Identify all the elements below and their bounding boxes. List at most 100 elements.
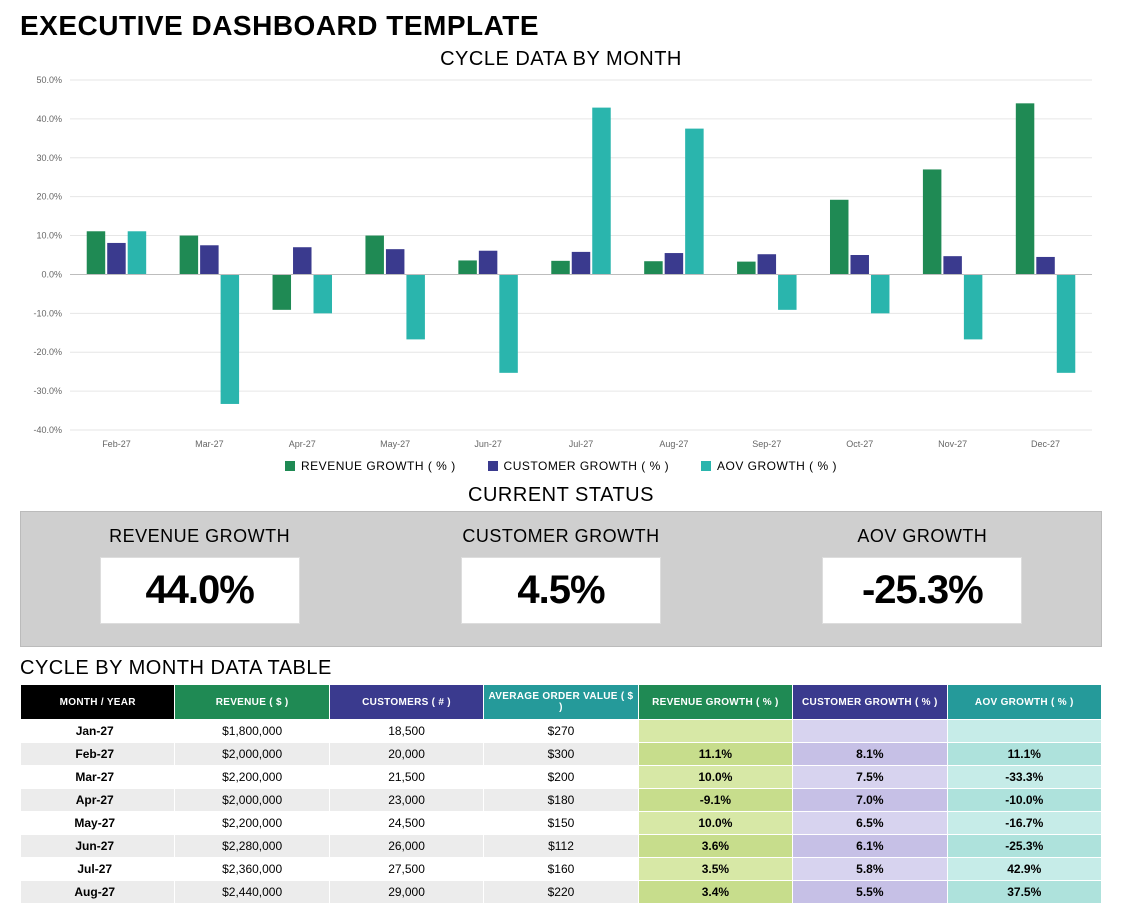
svg-text:-10.0%: -10.0% [33,308,62,318]
data-table: MONTH / YEAR REVENUE ( $ ) CUSTOMERS ( #… [20,684,1102,904]
cell-custg: 7.5% [793,766,947,789]
svg-text:10.0%: 10.0% [36,231,62,241]
cell-customers: 20,000 [329,743,483,766]
th-aov: AVERAGE ORDER VALUE ( $ ) [484,685,638,720]
cell-customers: 24,500 [329,812,483,835]
cell-custg: 6.5% [793,812,947,835]
status-card-revenue: REVENUE GROWTH 44.0% [39,526,360,624]
legend-label-revenue: REVENUE GROWTH ( % ) [301,459,456,473]
cell-aovg: -33.3% [947,766,1101,789]
cell-revg: 11.1% [638,743,792,766]
cell-customers: 27,500 [329,858,483,881]
table-row: Apr-27$2,000,00023,000$180-9.1%7.0%-10.0… [21,789,1102,812]
legend-label-customer: CUSTOMER GROWTH ( % ) [504,459,670,473]
cell-custg: 8.1% [793,743,947,766]
status-card-aov: AOV GROWTH -25.3% [762,526,1083,624]
cell-revg: 10.0% [638,766,792,789]
legend-label-aov: AOV GROWTH ( % ) [717,459,837,473]
cell-revg: -9.1% [638,789,792,812]
cell-revenue: $2,200,000 [175,766,329,789]
status-label-aov: AOV GROWTH [762,526,1083,547]
svg-text:Mar-27: Mar-27 [195,439,224,449]
cycle-chart: -40.0%-30.0%-20.0%-10.0%0.0%10.0%20.0%30… [20,75,1102,455]
th-aovg: AOV GROWTH ( % ) [947,685,1101,720]
status-value-revenue: 44.0% [145,568,253,612]
table-row: May-27$2,200,00024,500$15010.0%6.5%-16.7… [21,812,1102,835]
status-box-revenue: 44.0% [100,557,300,624]
status-box-aov: -25.3% [822,557,1022,624]
svg-text:-40.0%: -40.0% [33,425,62,435]
cell-customers: 29,000 [329,881,483,904]
cell-revenue: $2,440,000 [175,881,329,904]
cell-revg: 10.0% [638,812,792,835]
svg-text:-30.0%: -30.0% [33,386,62,396]
cell-revg [638,720,792,743]
bar-chart-svg: -40.0%-30.0%-20.0%-10.0%0.0%10.0%20.0%30… [20,75,1102,455]
cell-customers: 23,000 [329,789,483,812]
cell-aovg [947,720,1101,743]
table-row: Aug-27$2,440,00029,000$2203.4%5.5%37.5% [21,881,1102,904]
legend-swatch-aov [701,461,711,471]
cell-aov: $112 [484,835,638,858]
table-row: Feb-27$2,000,00020,000$30011.1%8.1%11.1% [21,743,1102,766]
cell-custg: 5.8% [793,858,947,881]
table-row: Jun-27$2,280,00026,000$1123.6%6.1%-25.3% [21,835,1102,858]
th-custg: CUSTOMER GROWTH ( % ) [793,685,947,720]
legend-customer: CUSTOMER GROWTH ( % ) [488,459,670,473]
cell-revenue: $1,800,000 [175,720,329,743]
th-revenue: REVENUE ( $ ) [175,685,329,720]
cell-month: Jul-27 [21,858,175,881]
svg-text:Jun-27: Jun-27 [474,439,502,449]
cell-revg: 3.4% [638,881,792,904]
svg-text:Oct-27: Oct-27 [846,439,873,449]
cell-aov: $200 [484,766,638,789]
status-title: CURRENT STATUS [20,484,1102,507]
th-revg: REVENUE GROWTH ( % ) [638,685,792,720]
svg-text:Aug-27: Aug-27 [659,439,688,449]
table-row: Jan-27$1,800,00018,500$270 [21,720,1102,743]
cell-month: May-27 [21,812,175,835]
legend-swatch-revenue [285,461,295,471]
cell-month: Aug-27 [21,881,175,904]
table-title: CYCLE BY MONTH DATA TABLE [20,657,1102,680]
cell-custg: 5.5% [793,881,947,904]
cell-custg: 6.1% [793,835,947,858]
status-value-aov: -25.3% [862,568,983,612]
svg-text:50.0%: 50.0% [36,75,62,85]
cell-aov: $150 [484,812,638,835]
cell-month: Jan-27 [21,720,175,743]
svg-text:40.0%: 40.0% [36,114,62,124]
status-label-revenue: REVENUE GROWTH [39,526,360,547]
legend-swatch-customer [488,461,498,471]
cell-month: Mar-27 [21,766,175,789]
table-header-row: MONTH / YEAR REVENUE ( $ ) CUSTOMERS ( #… [21,685,1102,720]
svg-text:Dec-27: Dec-27 [1031,439,1060,449]
svg-text:20.0%: 20.0% [36,192,62,202]
status-card-customer: CUSTOMER GROWTH 4.5% [400,526,721,624]
table-row: Jul-27$2,360,00027,500$1603.5%5.8%42.9% [21,858,1102,881]
cell-revenue: $2,200,000 [175,812,329,835]
status-label-customer: CUSTOMER GROWTH [400,526,721,547]
cell-customers: 26,000 [329,835,483,858]
status-value-customer: 4.5% [517,568,604,612]
svg-text:May-27: May-27 [380,439,410,449]
cell-aov: $160 [484,858,638,881]
page-title: EXECUTIVE DASHBOARD TEMPLATE [20,10,1102,42]
table-row: Mar-27$2,200,00021,500$20010.0%7.5%-33.3… [21,766,1102,789]
cell-customers: 18,500 [329,720,483,743]
cell-revenue: $2,000,000 [175,743,329,766]
cell-revg: 3.5% [638,858,792,881]
cell-revenue: $2,000,000 [175,789,329,812]
svg-text:Feb-27: Feb-27 [102,439,131,449]
status-box-customer: 4.5% [461,557,661,624]
svg-text:Nov-27: Nov-27 [938,439,967,449]
cell-month: Apr-27 [21,789,175,812]
chart-title: CYCLE DATA BY MONTH [20,48,1102,71]
cell-aov: $180 [484,789,638,812]
svg-text:30.0%: 30.0% [36,153,62,163]
svg-text:0.0%: 0.0% [41,269,62,279]
cell-aovg: -10.0% [947,789,1101,812]
cell-aovg: 37.5% [947,881,1101,904]
cell-aov: $270 [484,720,638,743]
cell-aovg: -25.3% [947,835,1101,858]
